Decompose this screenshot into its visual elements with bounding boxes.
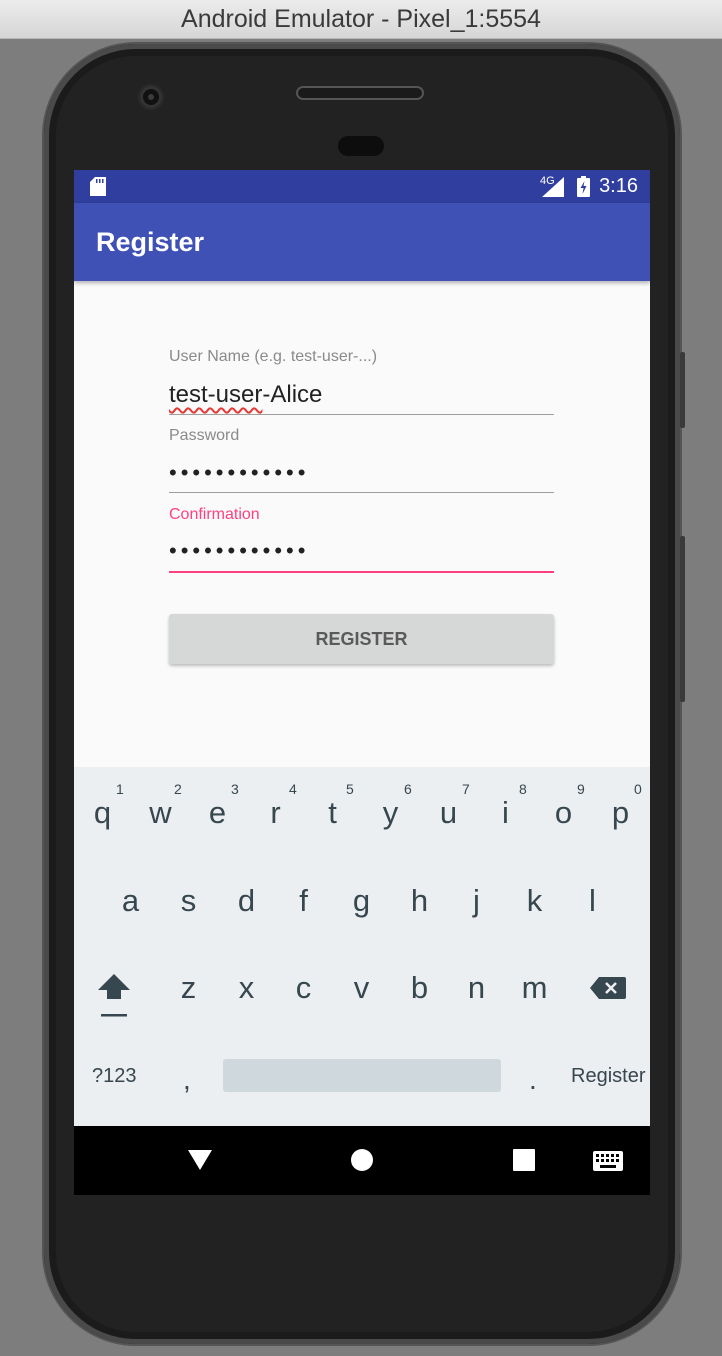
key-c[interactable]: c [275,970,332,1006]
username-field[interactable]: test-user-Alice [169,381,322,409]
status-time: 3:16 [599,175,638,197]
signal-icon [542,177,564,197]
key-v[interactable]: v [333,970,390,1006]
key-r[interactable]: r [247,795,304,831]
back-icon[interactable] [188,1150,212,1170]
key-s[interactable]: s [160,883,217,919]
register-action-key[interactable]: Register [571,1065,645,1088]
key-q[interactable]: q [74,795,131,831]
key-i[interactable]: i [477,795,534,831]
key-g[interactable]: g [333,883,390,919]
key-z[interactable]: z [160,970,217,1006]
key-hint-3: 3 [231,781,239,797]
key-hint-0: 0 [634,781,642,797]
key-f[interactable]: f [275,883,332,919]
page-title: Register [96,227,205,257]
shift-key[interactable] [92,970,136,1020]
confirmation-underline [169,571,554,573]
front-camera [140,86,162,108]
confirmation-label: Confirmation [169,506,260,523]
app-bar: Register [74,203,650,281]
key-hint-6: 6 [404,781,412,797]
key-o[interactable]: o [535,795,592,831]
status-bar: 4G 3:16 [74,170,650,203]
sd-card-icon [90,177,106,196]
soft-keyboard: q w e r t y u i o p 1 2 3 4 5 6 7 8 9 0 … [74,767,650,1126]
comma-key[interactable]: , [183,1064,191,1096]
key-t[interactable]: t [304,795,361,831]
username-underline [169,414,554,415]
key-a[interactable]: a [102,883,159,919]
window-title: Android Emulator - Pixel_1:5554 [0,0,722,39]
key-h[interactable]: h [391,883,448,919]
key-hint-9: 9 [577,781,585,797]
key-k[interactable]: k [506,883,563,919]
key-p[interactable]: p [592,795,649,831]
key-hint-2: 2 [174,781,182,797]
key-j[interactable]: j [448,883,505,919]
battery-charging-icon [577,176,590,197]
space-bar[interactable] [223,1059,501,1092]
password-field[interactable]: •••••••••••• [169,460,309,486]
keyboard-icon[interactable] [593,1151,623,1171]
power-button[interactable] [680,352,685,428]
key-m[interactable]: m [506,970,563,1006]
register-button[interactable]: REGISTER [169,614,554,664]
key-hint-7: 7 [462,781,470,797]
recents-icon[interactable] [513,1149,535,1171]
username-value-rest: -Alice [262,381,323,408]
key-hint-5: 5 [346,781,354,797]
symbols-key[interactable]: ?123 [92,1065,137,1088]
backspace-key[interactable] [588,973,628,1003]
key-w[interactable]: w [132,795,189,831]
shift-icon [98,974,130,1017]
proximity-sensor [338,136,384,156]
username-label: User Name (e.g. test-user-...) [169,348,378,365]
earpiece-speaker [296,86,424,100]
period-key[interactable]: . [529,1064,537,1096]
key-b[interactable]: b [391,970,448,1006]
password-underline [169,492,554,493]
key-hint-4: 4 [289,781,297,797]
key-u[interactable]: u [420,795,477,831]
key-hint-1: 1 [116,781,124,797]
backspace-icon [590,977,626,999]
password-label: Password [169,427,240,444]
volume-button[interactable] [680,536,685,702]
key-y[interactable]: y [362,795,419,831]
key-hint-8: 8 [519,781,527,797]
navigation-bar [74,1126,650,1195]
key-n[interactable]: n [448,970,505,1006]
key-x[interactable]: x [218,970,275,1006]
key-l[interactable]: l [564,883,621,919]
key-e[interactable]: e [189,795,246,831]
misspelled-word: test-user [169,381,263,408]
device-screen: 4G 3:16 Register User Name (e.g. test-us… [74,170,650,1195]
confirmation-field[interactable]: •••••••••••• [169,538,309,564]
home-icon[interactable] [350,1148,374,1172]
key-d[interactable]: d [218,883,275,919]
